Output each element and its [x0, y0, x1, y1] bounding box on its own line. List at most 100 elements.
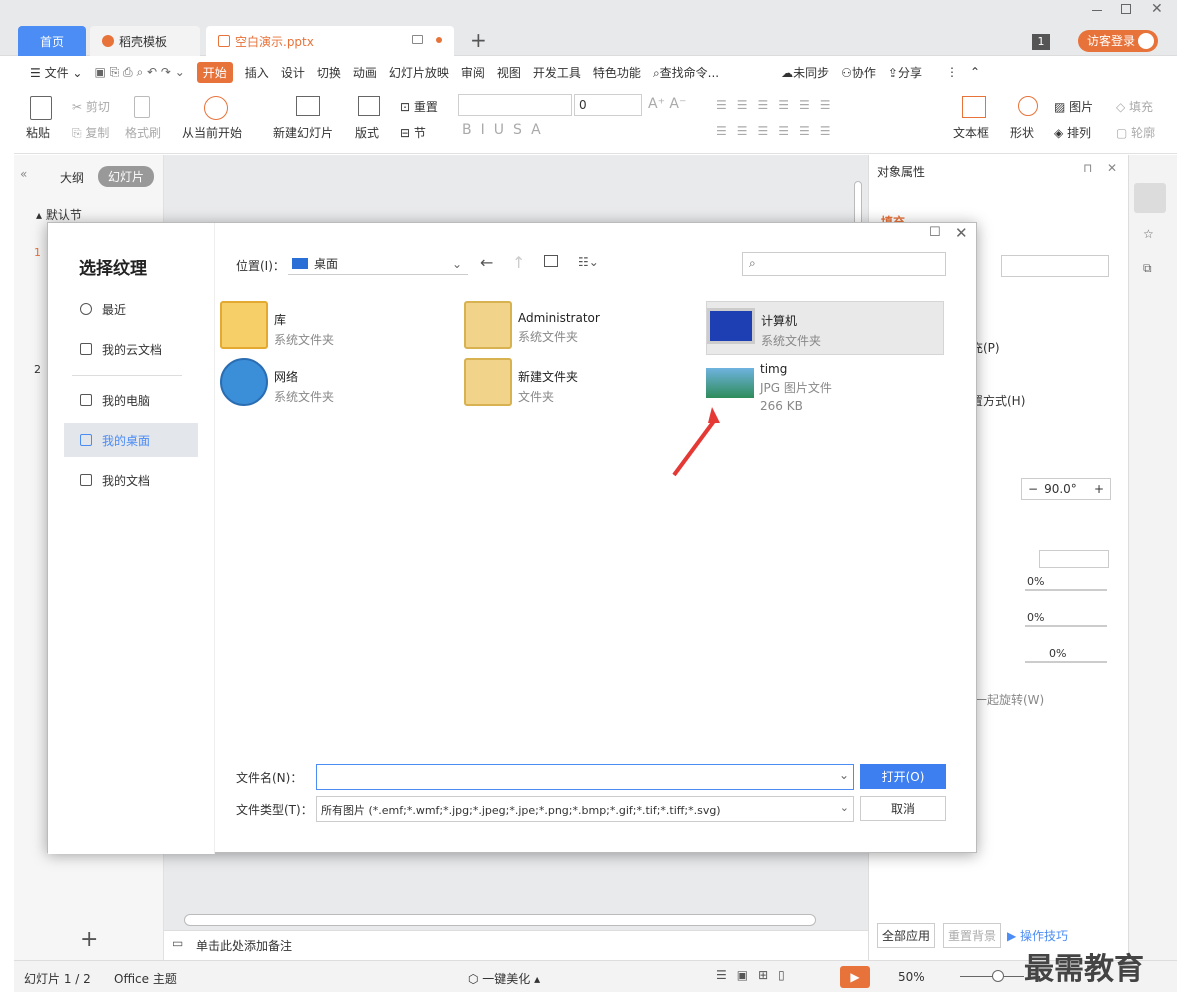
sidebar-item-desktop[interactable]: 我的桌面: [64, 423, 198, 457]
sidebar-item-cloud[interactable]: 我的云文档: [64, 332, 198, 366]
file-item-administrator[interactable]: Administrator 系统文件夹: [464, 301, 702, 355]
reset-background-button[interactable]: 重置背景: [943, 923, 1002, 948]
view-mode-icons[interactable]: ☰▣⊞▯: [716, 968, 795, 982]
pin-icon[interactable]: ⊓: [1083, 161, 1092, 175]
menu-item[interactable]: 切换: [317, 64, 341, 81]
login-button[interactable]: 访客登录: [1078, 30, 1158, 52]
offset-top-slider[interactable]: [1025, 661, 1107, 663]
tab-slides[interactable]: 幻灯片: [98, 166, 155, 187]
format-painter-button[interactable]: 格式刷: [125, 124, 161, 141]
reset-button[interactable]: ⊡ 重置: [400, 98, 438, 115]
back-icon[interactable]: ←: [480, 253, 493, 272]
play-slideshow-button[interactable]: ▶: [840, 966, 870, 988]
fill-color-select[interactable]: [1001, 255, 1109, 277]
paste-button[interactable]: 粘贴: [26, 124, 50, 141]
new-slide-button[interactable]: 新建幻灯片: [273, 124, 333, 141]
play-icon[interactable]: [204, 96, 228, 120]
open-button[interactable]: 打开(O): [860, 764, 946, 789]
file-item-computer[interactable]: 计算机 系统文件夹: [706, 301, 944, 355]
tab-home[interactable]: 首页: [18, 26, 86, 56]
quick-access-icons[interactable]: ▣ ⎘ ⎙ ⌕ ↶ ↷ ⌄: [94, 65, 184, 80]
tab-outline[interactable]: 大纲: [60, 169, 84, 186]
fill-button[interactable]: ◇ 填充: [1116, 98, 1153, 115]
cut-button[interactable]: ✂ 剪切: [72, 98, 110, 115]
panel-close-icon[interactable]: ✕: [1107, 161, 1117, 175]
zoom-handle[interactable]: [992, 970, 1004, 982]
angle-stepper[interactable]: −90.0° +: [1021, 478, 1111, 500]
paragraph-icons[interactable]: ☰☰☰☰☰☰: [716, 98, 841, 112]
sidebar-item-recent[interactable]: 最近: [64, 292, 198, 326]
zoom-level[interactable]: 50%: [898, 970, 925, 984]
monitor-icon[interactable]: [412, 35, 423, 44]
menu-item[interactable]: 设计: [281, 64, 305, 81]
minimize-icon[interactable]: [1092, 10, 1102, 11]
filename-input[interactable]: ⌄: [316, 764, 854, 790]
menu-item[interactable]: 开发工具: [533, 64, 581, 81]
menu-item[interactable]: 审阅: [461, 64, 485, 81]
menu-item[interactable]: 幻灯片放映: [389, 64, 449, 81]
picture-button[interactable]: ▨ 图片: [1054, 98, 1093, 115]
format-painter-icon[interactable]: [134, 96, 150, 118]
panel-title[interactable]: 对象属性: [877, 163, 925, 180]
view-menu-icon[interactable]: ☷⌄: [578, 255, 599, 269]
paste-icon[interactable]: [30, 96, 52, 120]
share-button[interactable]: ⇪分享: [888, 64, 922, 81]
menu-item[interactable]: 视图: [497, 64, 521, 81]
section-button[interactable]: ⊟ 节: [400, 124, 426, 141]
tab-template[interactable]: 稻壳模板: [90, 26, 200, 56]
align-icons[interactable]: ☰☰☰☰☰☰: [716, 124, 841, 138]
add-slide-button[interactable]: +: [80, 927, 98, 952]
menu-item[interactable]: 插入: [245, 64, 269, 81]
beautify-button[interactable]: ⬡ 一键美化 ▴: [468, 970, 540, 987]
collapse-ribbon-icon[interactable]: ⌃: [970, 65, 980, 79]
sidebar-item-documents[interactable]: 我的文档: [64, 463, 198, 497]
copy-button[interactable]: ⎘ 复制: [72, 124, 109, 141]
properties-icon[interactable]: [1134, 183, 1166, 213]
tips-link[interactable]: ▶ 操作技巧: [1007, 927, 1068, 944]
convert-icon[interactable]: ⧉: [1143, 261, 1152, 276]
offset-left-slider[interactable]: [1025, 589, 1107, 591]
page-badge[interactable]: 1: [1032, 34, 1050, 50]
apply-all-button[interactable]: 全部应用: [877, 923, 936, 948]
arrange-button[interactable]: ◈ 排列: [1054, 124, 1091, 141]
cancel-button[interactable]: 取消: [860, 796, 946, 821]
filetype-select[interactable]: 所有图片 (*.emf;*.wmf;*.jpg;*.jpeg;*.jpe;*.p…: [316, 796, 854, 822]
dialog-maximize-icon[interactable]: ☐: [929, 225, 941, 240]
sync-status[interactable]: ☁未同步: [781, 64, 829, 81]
notes-bar[interactable]: ▭ 单击此处添加备注: [164, 930, 868, 960]
tab-document[interactable]: 空白演示.pptx: [206, 26, 454, 56]
file-item-network[interactable]: 网络 系统文件夹: [220, 358, 458, 412]
horizontal-scrollbar[interactable]: [184, 914, 816, 926]
shape-icon[interactable]: [1018, 96, 1038, 116]
layout-button[interactable]: 版式: [355, 124, 379, 141]
collapse-panel-icon[interactable]: «: [20, 167, 27, 181]
font-grow-shrink-icons[interactable]: A⁺ A⁻: [648, 96, 686, 112]
star-icon[interactable]: ☆: [1143, 227, 1154, 241]
more-icon[interactable]: ⋮: [946, 65, 958, 79]
from-current-button[interactable]: 从当前开始: [182, 124, 242, 141]
file-item-timg[interactable]: timg JPG 图片文件 266 KB: [706, 358, 944, 418]
font-size-select[interactable]: 0: [574, 94, 642, 116]
new-slide-icon[interactable]: [296, 96, 320, 116]
outline-button[interactable]: ▢ 轮廓: [1116, 124, 1155, 141]
new-tab-button[interactable]: +: [470, 28, 487, 52]
textbox-button[interactable]: 文本框: [953, 124, 989, 141]
search-command[interactable]: ⌕查找命令...: [653, 64, 719, 81]
location-select[interactable]: 桌面 ⌄: [288, 253, 468, 275]
shape-button[interactable]: 形状: [1010, 124, 1034, 141]
close-icon[interactable]: ✕: [1151, 1, 1163, 17]
font-style-icons[interactable]: BIUSA: [462, 122, 550, 138]
menu-start[interactable]: 开始: [196, 61, 233, 83]
menu-item[interactable]: 动画: [353, 64, 377, 81]
menu-item[interactable]: 特色功能: [593, 64, 641, 81]
transparency-select[interactable]: [1039, 550, 1109, 568]
font-name-select[interactable]: [458, 94, 572, 116]
menu-file[interactable]: ☰ 文件 ⌄: [30, 64, 82, 81]
up-icon[interactable]: ↑: [512, 253, 525, 272]
file-item-library[interactable]: 库系统文件夹: [220, 301, 458, 355]
offset-right-slider[interactable]: [1025, 625, 1107, 627]
new-folder-icon[interactable]: [544, 255, 558, 267]
dialog-close-icon[interactable]: ✕: [955, 224, 968, 242]
textbox-icon[interactable]: [962, 96, 986, 118]
section-header[interactable]: ▴ 默认节: [36, 206, 82, 223]
